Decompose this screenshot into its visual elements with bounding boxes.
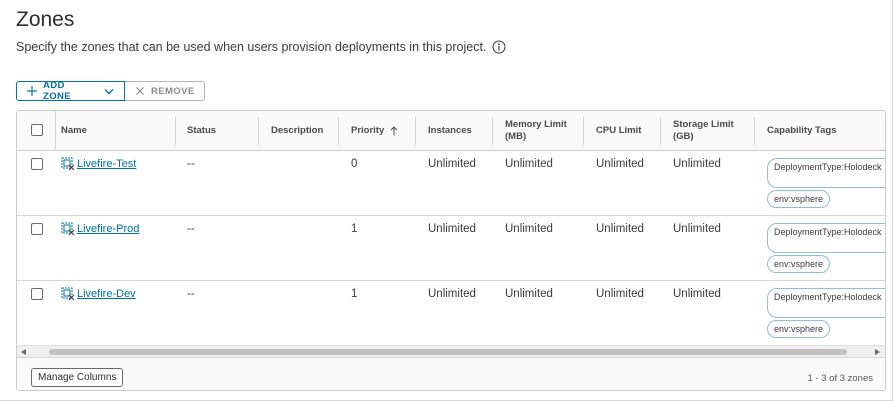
description-text: Specify the zones that can be used when … xyxy=(16,40,487,54)
instances-cell: Unlimited xyxy=(428,288,476,300)
capability-tag: DeploymentType:Holodeck xyxy=(767,288,885,318)
priority-cell: 0 xyxy=(351,158,358,170)
column-separator xyxy=(492,117,493,145)
status-cell: -- xyxy=(187,288,195,300)
priority-header-label: Priority xyxy=(351,125,385,136)
info-icon[interactable] xyxy=(492,40,506,54)
cpu-limit-cell: Unlimited xyxy=(596,223,644,235)
column-separator xyxy=(415,117,416,145)
zone-name-link[interactable]: Livefire-Prod xyxy=(77,223,139,235)
column-header-priority[interactable]: Priority xyxy=(351,111,398,151)
table-row[interactable]: Livefire-Prod -- 1 Unlimited Unlimited U… xyxy=(17,216,885,281)
column-header-cpu-limit[interactable]: CPU Limit xyxy=(596,111,641,151)
add-zone-label: ADD ZONE xyxy=(43,80,71,102)
column-header-name[interactable]: Name xyxy=(61,111,87,151)
chevron-down-icon xyxy=(104,88,114,94)
column-header-instances[interactable]: Instances xyxy=(428,111,472,151)
zone-name-link[interactable]: Livefire-Test xyxy=(77,158,136,170)
column-header-status[interactable]: Status xyxy=(187,111,216,151)
zone-icon xyxy=(61,157,75,171)
priority-cell: 1 xyxy=(351,223,358,235)
scroll-right-arrow-icon[interactable] xyxy=(875,349,880,355)
select-all-checkbox[interactable] xyxy=(31,124,43,136)
cpu-limit-cell: Unlimited xyxy=(596,288,644,300)
memory-limit-cell: Unlimited xyxy=(505,223,553,235)
capability-tag: DeploymentType:Holodeck xyxy=(767,223,885,253)
close-icon xyxy=(136,87,144,95)
zone-icon xyxy=(61,222,75,236)
column-separator xyxy=(175,117,176,145)
column-header-capability-tags[interactable]: Capability Tags xyxy=(767,111,837,151)
instances-cell: Unlimited xyxy=(428,223,476,235)
row-select-checkbox[interactable] xyxy=(31,288,43,300)
capability-tag: DeploymentType:Holodeck xyxy=(767,158,885,188)
storage-limit-cell: Unlimited xyxy=(673,158,721,170)
manage-columns-button[interactable]: Manage Columns xyxy=(31,368,124,387)
status-cell: -- xyxy=(187,223,195,235)
column-header-description[interactable]: Description xyxy=(271,111,323,151)
memory-limit-cell: Unlimited xyxy=(505,158,553,170)
priority-cell: 1 xyxy=(351,288,358,300)
pagination-text: 1 - 3 of 3 zones xyxy=(807,373,873,384)
cpu-limit-cell: Unlimited xyxy=(596,158,644,170)
table-row[interactable]: Livefire-Test -- 0 Unlimited Unlimited U… xyxy=(17,151,885,216)
column-header-memory-limit[interactable]: Memory Limit (MB) xyxy=(505,111,575,151)
add-zone-button[interactable]: ADD ZONE xyxy=(16,80,125,102)
scroll-left-arrow-icon[interactable] xyxy=(21,349,26,355)
column-separator xyxy=(583,117,584,145)
remove-button[interactable]: REMOVE xyxy=(125,81,205,101)
zone-actions: ADD ZONE REMOVE xyxy=(16,80,205,102)
page-title: Zones xyxy=(16,8,75,31)
scrollbar-thumb[interactable] xyxy=(49,349,847,355)
zones-datagrid: Name Status Description Priority Instanc… xyxy=(16,110,886,391)
column-separator xyxy=(754,117,755,145)
page-description: Specify the zones that can be used when … xyxy=(16,40,506,54)
row-select-checkbox[interactable] xyxy=(31,223,43,235)
table-footer: Manage Columns 1 - 3 of 3 zones xyxy=(17,357,885,390)
instances-cell: Unlimited xyxy=(428,158,476,170)
plus-icon xyxy=(27,86,37,96)
sort-ascending-icon xyxy=(390,126,398,136)
table-row[interactable]: Livefire-Dev -- 1 Unlimited Unlimited Un… xyxy=(17,281,885,346)
status-cell: -- xyxy=(187,158,195,170)
row-select-checkbox[interactable] xyxy=(31,158,43,170)
page-frame: Zones Specify the zones that can be used… xyxy=(0,0,893,401)
column-separator xyxy=(338,117,339,145)
capability-tag: env:vsphere xyxy=(767,255,831,273)
column-separator xyxy=(660,117,661,145)
zone-icon xyxy=(61,287,75,301)
horizontal-scrollbar[interactable] xyxy=(17,345,885,357)
storage-limit-cell: Unlimited xyxy=(673,288,721,300)
capability-tag: env:vsphere xyxy=(767,190,831,208)
column-header-storage-limit[interactable]: Storage Limit (GB) xyxy=(673,111,743,151)
capability-tag: env:vsphere xyxy=(767,320,831,338)
column-separator xyxy=(258,117,259,145)
remove-label: REMOVE xyxy=(151,85,195,97)
memory-limit-cell: Unlimited xyxy=(505,288,553,300)
zone-name-link[interactable]: Livefire-Dev xyxy=(77,288,136,300)
storage-limit-cell: Unlimited xyxy=(673,223,721,235)
